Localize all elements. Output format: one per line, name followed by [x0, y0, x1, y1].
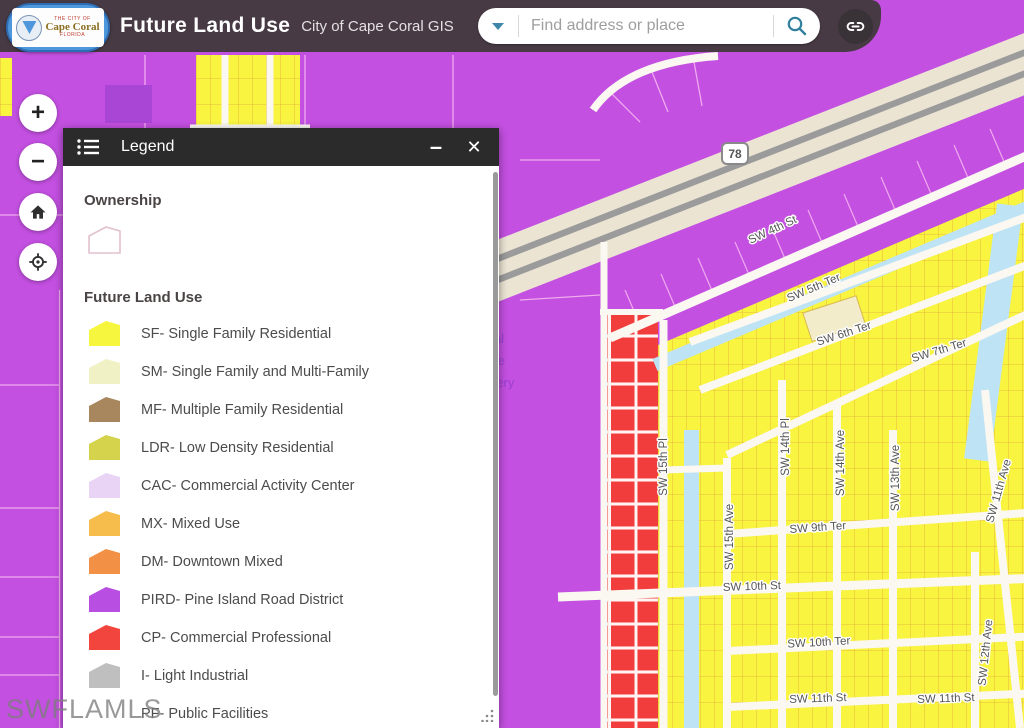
search-button[interactable]: [774, 8, 820, 44]
link-icon: [845, 16, 866, 37]
legend-swatch: [88, 396, 121, 423]
home-icon: [28, 202, 48, 222]
legend-scrollbar[interactable]: [493, 172, 498, 696]
search-source-dropdown[interactable]: [478, 8, 518, 44]
zoom-out-button[interactable]: −: [19, 143, 57, 181]
legend-swatch: [88, 358, 121, 385]
street-label: SW 10th St: [723, 580, 782, 594]
legend-section-heading: Ownership: [84, 192, 469, 209]
legend-item: CP- Commercial Professional: [88, 624, 469, 651]
legend-item: SM- Single Family and Multi-Family: [88, 358, 469, 385]
legend-swatch: [88, 662, 121, 689]
street-label: SW 14th Ave: [835, 430, 847, 496]
share-link-button[interactable]: [838, 9, 873, 44]
street-label: SW 15th Pl: [658, 438, 670, 496]
legend-swatch: [88, 434, 121, 461]
route-shield: 78: [722, 143, 748, 164]
minimize-button[interactable]: –: [421, 132, 451, 162]
page-title: Future Land Use: [120, 14, 290, 38]
street-label: SW 13th Ave: [890, 445, 902, 511]
street-label: SW 11th St: [789, 692, 847, 706]
resize-handle[interactable]: [481, 708, 495, 722]
street-label: SW 14th Pl: [780, 418, 792, 476]
legend-swatch: [88, 624, 121, 651]
legend-swatch: [88, 510, 121, 537]
legend-item: LDR- Low Density Residential: [88, 434, 469, 461]
legend-swatch: [88, 548, 121, 575]
legend-item: [88, 225, 469, 255]
app-header: THE CITY OF Cape Coral FLORIDA Future La…: [0, 0, 881, 52]
street-label: SW 11th St: [917, 692, 975, 706]
parcel-dark-purple: [105, 85, 152, 123]
legend-swatch: [88, 320, 121, 347]
watermark: SWFLAMLS: [6, 694, 163, 725]
chevron-down-icon: [492, 23, 504, 30]
legend-panel-header[interactable]: Legend – ✕: [63, 128, 499, 166]
zoom-in-button[interactable]: +: [19, 94, 57, 132]
legend-section-heading: Future Land Use: [84, 289, 469, 306]
home-extent-button[interactable]: [19, 193, 57, 231]
app-logo: THE CITY OF Cape Coral FLORIDA: [6, 3, 110, 52]
legend-item: PIRD- Pine Island Road District: [88, 586, 469, 613]
locate-icon: [27, 251, 49, 273]
legend-list-icon: [76, 137, 100, 157]
legend-item: DM- Downtown Mixed: [88, 548, 469, 575]
search-bar: [478, 8, 820, 44]
legend-item: CAC- Commercial Activity Center: [88, 472, 469, 499]
street-label: SW 15th Ave: [724, 504, 736, 570]
svg-text:78: 78: [728, 147, 742, 161]
legend-swatch: [88, 586, 121, 613]
parcels-commercial-red: [604, 314, 658, 728]
legend-item: SF- Single Family Residential: [88, 320, 469, 347]
legend-panel: Legend – ✕ Ownership Future Land Use SF-…: [63, 128, 499, 728]
legend-item: I- Light Industrial: [88, 662, 469, 689]
legend-item: MX- Mixed Use: [88, 510, 469, 537]
locate-me-button[interactable]: [19, 243, 57, 281]
legend-body: Ownership Future Land Use SF- Single Fam…: [63, 166, 499, 728]
city-seal-icon: [16, 15, 42, 41]
legend-item: MF- Multiple Family Residential: [88, 396, 469, 423]
close-button[interactable]: ✕: [459, 132, 489, 162]
search-icon: [786, 15, 808, 37]
page-subtitle: City of Cape Coral GIS: [301, 18, 454, 35]
logo-bottom-text: FLORIDA: [60, 33, 85, 38]
legend-swatch-ownership: [88, 225, 121, 255]
legend-title: Legend: [121, 138, 421, 156]
legend-swatch: [88, 472, 121, 499]
search-input[interactable]: [519, 17, 773, 35]
